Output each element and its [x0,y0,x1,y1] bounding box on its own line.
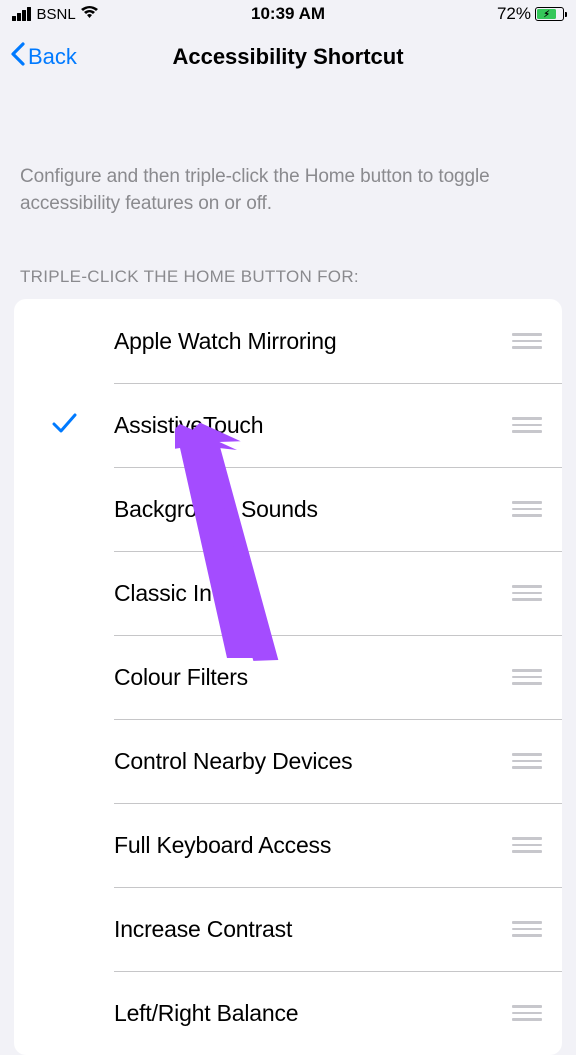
list-item[interactable]: Increase Contrast [14,887,562,971]
drag-handle-icon[interactable] [512,333,544,349]
drag-handle-icon[interactable] [512,501,544,517]
item-label: Classic Invert [114,580,512,607]
drag-handle-icon[interactable] [512,837,544,853]
carrier-label: BSNL [37,6,76,23]
chevron-left-icon [10,42,26,72]
list-item[interactable]: Control Nearby Devices [14,719,562,803]
list-item[interactable]: Left/Right Balance [14,971,562,1055]
list-item[interactable]: Classic Invert [14,551,562,635]
item-label: Background Sounds [114,496,512,523]
list-item[interactable]: Apple Watch Mirroring [14,299,562,383]
item-label: AssistiveTouch [114,412,512,439]
item-label: Increase Contrast [114,916,512,943]
nav-bar: Back Accessibility Shortcut [0,28,576,86]
list-item[interactable]: Full Keyboard Access [14,803,562,887]
battery-percent: 72% [497,4,531,24]
back-label: Back [28,44,77,70]
drag-handle-icon[interactable] [512,921,544,937]
back-button[interactable]: Back [10,42,77,72]
drag-handle-icon[interactable] [512,669,544,685]
status-bar: BSNL 10:39 AM 72% ⚡︎ [0,0,576,28]
battery-icon: ⚡︎ [535,7,564,21]
check-area [14,412,114,439]
drag-handle-icon[interactable] [512,1005,544,1021]
options-list: Apple Watch Mirroring AssistiveTouch Backg… [14,299,562,1055]
list-item[interactable]: AssistiveTouch [14,383,562,467]
drag-handle-icon[interactable] [512,417,544,433]
status-time: 10:39 AM [251,4,325,24]
drag-handle-icon[interactable] [512,753,544,769]
list-item[interactable]: Background Sounds [14,467,562,551]
drag-handle-icon[interactable] [512,585,544,601]
signal-bars-icon [12,7,31,21]
status-left: BSNL [12,4,99,24]
page-title: Accessibility Shortcut [172,44,403,70]
item-label: Apple Watch Mirroring [114,328,512,355]
content: Configure and then triple-click the Home… [0,86,576,1055]
list-item[interactable]: Colour Filters [14,635,562,719]
wifi-icon [80,4,99,24]
item-label: Full Keyboard Access [114,832,512,859]
status-right: 72% ⚡︎ [497,4,564,24]
item-label: Colour Filters [114,664,512,691]
item-label: Left/Right Balance [114,1000,512,1027]
description-text: Configure and then triple-click the Home… [14,86,562,217]
section-header: TRIPLE-CLICK THE HOME BUTTON FOR: [14,217,562,299]
item-label: Control Nearby Devices [114,748,512,775]
checkmark-icon [52,412,77,439]
